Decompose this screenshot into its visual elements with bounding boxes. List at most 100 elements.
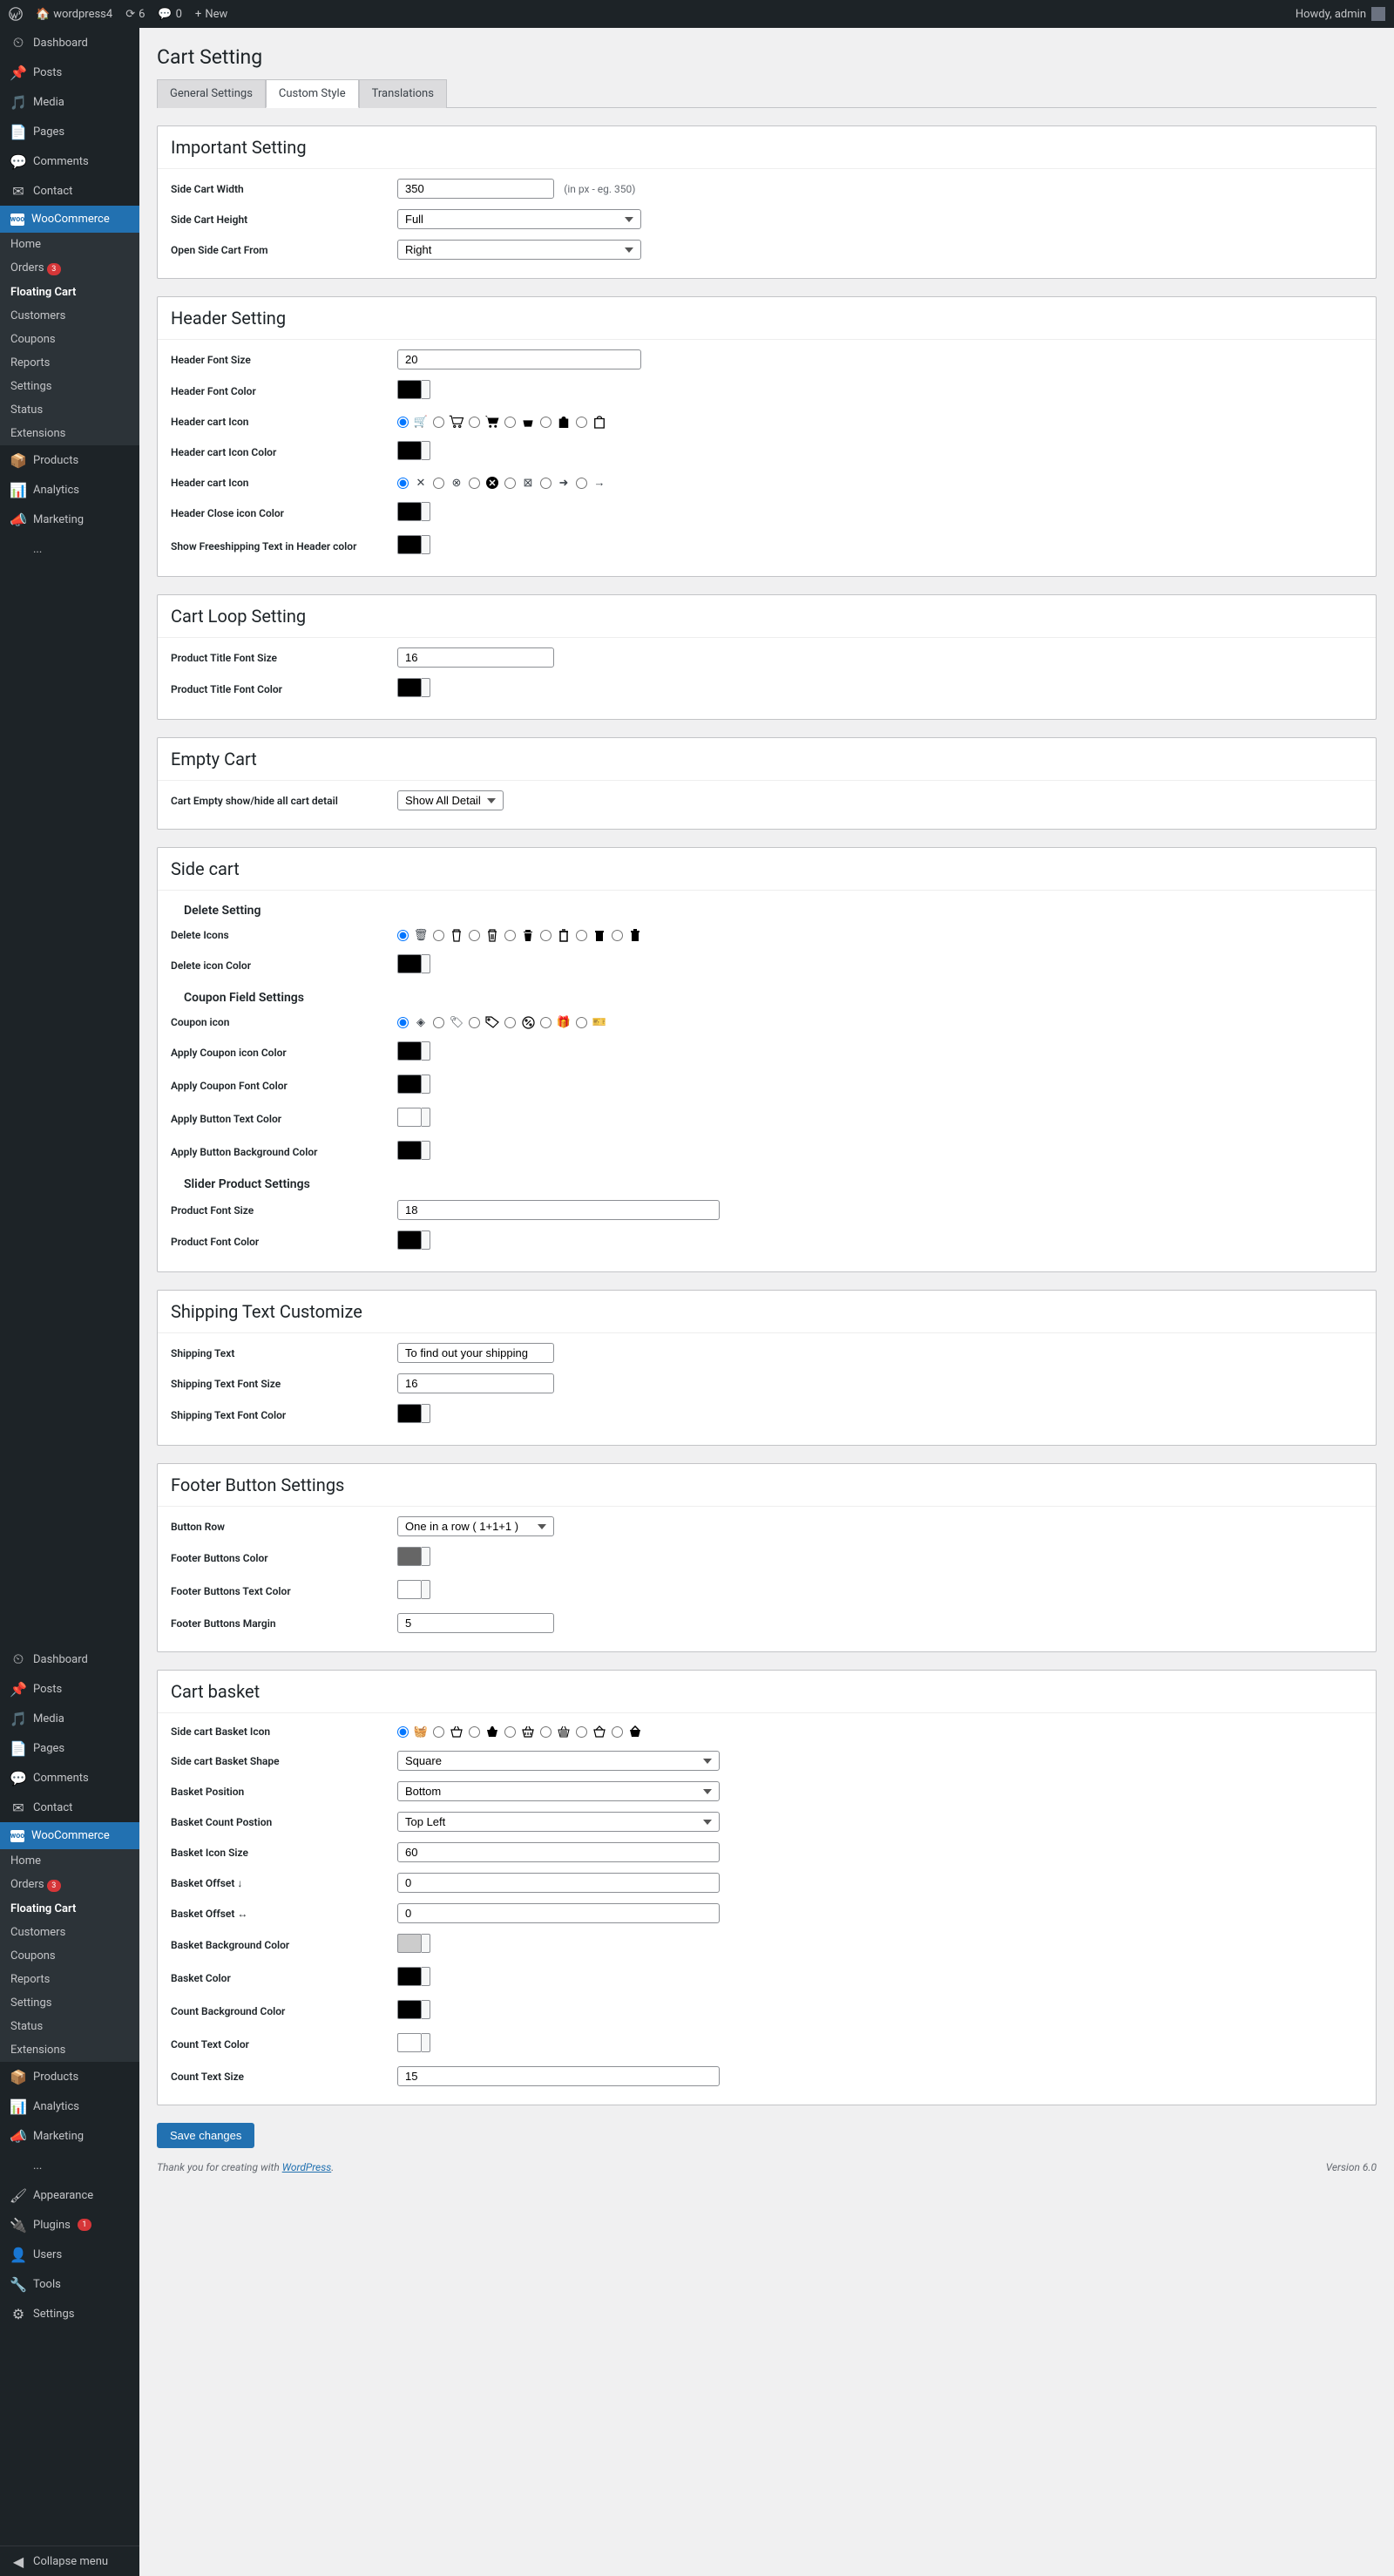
count-size-input[interactable] <box>397 2066 720 2086</box>
sidebar-marketing[interactable]: 📣Marketing <box>0 505 139 534</box>
close-icon-radio-6[interactable] <box>576 478 587 489</box>
coupon-radio-5[interactable] <box>540 1017 552 1028</box>
sidebar-dashboard[interactable]: ⏲Dashboard <box>0 28 139 58</box>
apply-icon-color[interactable] <box>397 1041 430 1061</box>
sub-status[interactable]: Status <box>0 398 139 422</box>
close-icon-radio-5[interactable] <box>540 478 552 489</box>
sub-reports2[interactable]: Reports <box>0 1968 139 1991</box>
pt-size-input[interactable] <box>397 647 554 668</box>
delete-radio-2[interactable] <box>433 930 444 941</box>
basket-radio-1[interactable] <box>397 1726 409 1738</box>
sub-settings[interactable]: Settings <box>0 375 139 398</box>
sidebar-products2[interactable]: 📦Products <box>0 2062 139 2091</box>
basket-icon-size-input[interactable] <box>397 1842 720 1862</box>
shipping-size-input[interactable] <box>397 1373 554 1393</box>
sub-customers2[interactable]: Customers <box>0 1921 139 1944</box>
empty-select[interactable]: Show All Detail <box>397 790 504 810</box>
sidebar-comments[interactable]: 💬Comments <box>0 146 139 176</box>
basket-color[interactable] <box>397 1967 430 1986</box>
sidebar-posts2[interactable]: 📌Posts <box>0 1674 139 1704</box>
footer-margin-input[interactable] <box>397 1613 554 1633</box>
delete-radio-6[interactable] <box>576 930 587 941</box>
basket-radio-6[interactable] <box>576 1726 587 1738</box>
sub-settings2[interactable]: Settings <box>0 1991 139 2015</box>
sidebar-analytics2[interactable]: 📊Analytics <box>0 2091 139 2121</box>
count-text-color[interactable] <box>397 2033 430 2052</box>
coupon-radio-1[interactable] <box>397 1017 409 1028</box>
pt-color[interactable] <box>397 678 430 697</box>
cart-icon-color[interactable] <box>397 441 430 460</box>
apply-btn-bg-color[interactable] <box>397 1141 430 1160</box>
sidebar-appearance[interactable]: 🖌Appearance <box>0 2180 139 2210</box>
count-pos-select[interactable]: Top Left <box>397 1812 720 1832</box>
sub-orders2[interactable]: Orders 3 <box>0 1873 139 1897</box>
sidebar-pages2[interactable]: 📄Pages <box>0 1733 139 1763</box>
wp-link[interactable]: WordPress <box>282 2161 332 2173</box>
height-select[interactable]: Full <box>397 209 641 229</box>
updates-link[interactable]: ⟳ 6 <box>125 8 145 21</box>
save-button[interactable]: Save changes <box>157 2123 254 2148</box>
prod-font-color[interactable] <box>397 1230 430 1250</box>
sidebar-comments2[interactable]: 💬Comments <box>0 1763 139 1793</box>
sidebar-pages[interactable]: 📄Pages <box>0 117 139 146</box>
delete-radio-7[interactable] <box>612 930 623 941</box>
basket-offset-v-input[interactable] <box>397 1873 720 1893</box>
sub-home2[interactable]: Home <box>0 1849 139 1873</box>
swatch-toggle[interactable] <box>422 380 430 399</box>
basket-radio-3[interactable] <box>469 1726 480 1738</box>
sidebar-products[interactable]: 📦Products <box>0 445 139 475</box>
sidebar-woocommerce2[interactable]: wooWooCommerce <box>0 1822 139 1849</box>
close-icon-radio-2[interactable] <box>433 478 444 489</box>
footer-btn-text-color[interactable] <box>397 1580 430 1599</box>
sub-orders[interactable]: Orders 3 <box>0 256 139 281</box>
sidebar-settingsmenu[interactable]: ⚙Settings <box>0 2299 139 2329</box>
sidebar-analytics[interactable]: 📊Analytics <box>0 475 139 505</box>
sidebar-more[interactable]: ... <box>0 534 139 564</box>
coupon-radio-4[interactable] <box>504 1017 516 1028</box>
header-font-size-input[interactable] <box>397 349 641 369</box>
coupon-radio-3[interactable] <box>469 1017 480 1028</box>
basket-offset-h-input[interactable] <box>397 1903 720 1923</box>
prod-font-size-input[interactable] <box>397 1200 720 1220</box>
open-select[interactable]: Right <box>397 240 641 260</box>
account-link[interactable]: Howdy, admin <box>1296 7 1385 21</box>
sidebar-users[interactable]: 👤Users <box>0 2240 139 2269</box>
sidebar-woocommerce[interactable]: wooWooCommerce <box>0 206 139 233</box>
basket-radio-2[interactable] <box>433 1726 444 1738</box>
count-bg-color[interactable] <box>397 2000 430 2019</box>
cart-icon-radio-3[interactable] <box>469 417 480 428</box>
sub-status2[interactable]: Status <box>0 2015 139 2038</box>
apply-font-color[interactable] <box>397 1074 430 1094</box>
sidebar-posts[interactable]: 📌Posts <box>0 58 139 87</box>
delete-radio-1[interactable] <box>397 930 409 941</box>
sidebar-plugins[interactable]: 🔌Plugins 1 <box>0 2210 139 2240</box>
delete-radio-4[interactable] <box>504 930 516 941</box>
delete-radio-5[interactable] <box>540 930 552 941</box>
cart-icon-radio-6[interactable] <box>576 417 587 428</box>
basket-bg-color[interactable] <box>397 1934 430 1953</box>
coupon-radio-6[interactable] <box>576 1017 587 1028</box>
tab-translations[interactable]: Translations <box>359 79 447 108</box>
sidebar-contact[interactable]: ✉Contact <box>0 176 139 206</box>
cart-icon-radio-5[interactable] <box>540 417 552 428</box>
cart-icon-radio-1[interactable] <box>397 417 409 428</box>
freeship-color[interactable] <box>397 535 430 554</box>
coupon-radio-2[interactable] <box>433 1017 444 1028</box>
sub-customers[interactable]: Customers <box>0 304 139 328</box>
sidebar-dashboard2[interactable]: ⏲Dashboard <box>0 1644 139 1674</box>
button-row-select[interactable]: One in a row ( 1+1+1 ) <box>397 1516 554 1536</box>
sidebar-marketing2[interactable]: 📣Marketing <box>0 2121 139 2151</box>
sidebar-more2[interactable]: ... <box>0 2151 139 2180</box>
sub-extensions2[interactable]: Extensions <box>0 2038 139 2062</box>
close-icon-radio-3[interactable] <box>469 478 480 489</box>
header-font-color[interactable] <box>397 380 430 399</box>
apply-btn-text-color[interactable] <box>397 1108 430 1127</box>
sub-coupons2[interactable]: Coupons <box>0 1944 139 1968</box>
close-icon-radio-4[interactable] <box>504 478 516 489</box>
new-link[interactable]: + New <box>195 8 227 21</box>
sub-reports[interactable]: Reports <box>0 351 139 375</box>
basket-radio-7[interactable] <box>612 1726 623 1738</box>
basket-radio-5[interactable] <box>540 1726 552 1738</box>
sub-home[interactable]: Home <box>0 233 139 256</box>
sidebar-contact2[interactable]: ✉Contact <box>0 1793 139 1822</box>
